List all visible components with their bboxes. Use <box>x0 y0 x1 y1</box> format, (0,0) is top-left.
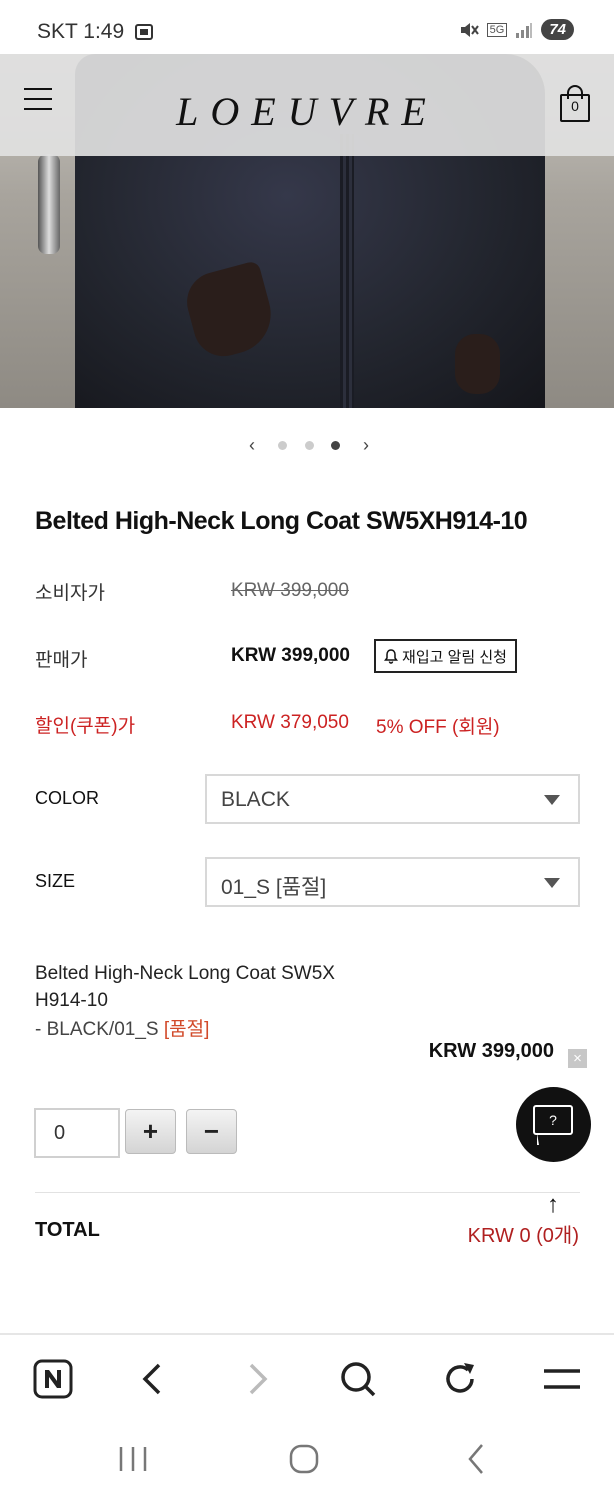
color-select-value: BLACK <box>221 788 290 811</box>
hero-glove-right <box>455 334 500 394</box>
carousel-next-button[interactable]: › <box>358 435 374 456</box>
cart-count: 0 <box>571 98 579 114</box>
recent-apps-icon[interactable] <box>113 1439 153 1479</box>
quantity-plus-button[interactable]: + <box>125 1109 176 1154</box>
hero-coat-seam <box>340 134 354 408</box>
network-badge: 5G <box>486 22 508 37</box>
restock-alert-label: 재입고 알림 신청 <box>402 648 507 666</box>
mute-icon <box>460 22 479 37</box>
coupon-discount: 5% OFF (회원) <box>376 717 500 738</box>
status-bar: SKT 1:49 5G 74 <box>0 0 614 56</box>
sale-price-label: 판매가 <box>35 650 88 671</box>
brand-logo[interactable]: LOEUVRE <box>0 88 614 135</box>
consumer-price: KRW 399,000 <box>231 580 349 601</box>
hero-door-handle <box>38 154 60 254</box>
quantity-input[interactable]: 0 <box>34 1108 120 1158</box>
naver-home-icon[interactable] <box>31 1357 75 1401</box>
coupon-price: KRW 379,050 <box>231 712 349 733</box>
status-right: 5G 74 <box>459 19 574 40</box>
home-icon[interactable] <box>284 1439 324 1479</box>
carousel-dot-3[interactable] <box>331 440 341 450</box>
selected-item-option-text: - BLACK/01_S <box>35 1019 164 1040</box>
quantity-minus-button[interactable]: − <box>186 1109 237 1154</box>
restock-alert-button[interactable]: 재입고 알림 신청 <box>374 639 517 673</box>
browser-toolbar <box>0 1333 614 1421</box>
selected-item-option: - BLACK/01_S [품절] <box>35 1014 209 1041</box>
chevron-down-icon <box>544 795 560 805</box>
total-value: KRW 0 (0개) <box>467 1225 579 1247</box>
carousel-prev-button[interactable]: ‹ <box>244 435 260 456</box>
battery-badge: 74 <box>541 19 574 40</box>
site-header: LOEUVRE 0 <box>0 54 614 156</box>
carousel-dot-2[interactable] <box>304 440 314 450</box>
carousel-dot-1[interactable] <box>277 440 287 450</box>
shopping-bag-button[interactable]: 0 <box>559 84 591 124</box>
coupon-price-label: 할인(쿠폰)가 <box>35 716 136 737</box>
carousel-nav: ‹ › <box>244 433 374 457</box>
scroll-top-button[interactable]: ↑ <box>541 1191 565 1219</box>
selected-item-name: Belted High-Neck Long Coat SW5X H914-10 <box>35 963 335 1011</box>
search-icon[interactable] <box>336 1357 380 1401</box>
sold-out-tag: [품절] <box>163 1019 210 1040</box>
size-label: SIZE <box>35 871 76 891</box>
total-divider <box>35 1192 580 1193</box>
chat-button[interactable]: ? <box>516 1087 591 1162</box>
product-title: Belted High-Neck Long Coat SW5XH914-10 <box>35 507 528 535</box>
sale-price: KRW 399,000 <box>231 645 350 666</box>
bell-icon <box>384 648 399 664</box>
size-select-value: 01_S [품절] <box>221 876 327 899</box>
signal-icon <box>516 22 533 38</box>
system-back-icon[interactable] <box>456 1439 496 1479</box>
total-label: TOTAL <box>35 1219 100 1241</box>
chevron-down-icon <box>544 878 560 888</box>
remove-item-button[interactable]: × <box>568 1049 587 1068</box>
screenshot-icon <box>135 24 154 40</box>
forward-icon[interactable] <box>235 1357 279 1401</box>
color-label: COLOR <box>35 788 100 808</box>
chat-bubble-icon: ? <box>533 1105 573 1135</box>
selected-item-price: KRW 399,000 <box>428 1040 554 1062</box>
size-select[interactable]: 01_S [품절] <box>205 857 580 907</box>
color-select[interactable]: BLACK <box>205 774 580 824</box>
consumer-price-label: 소비자가 <box>35 583 105 604</box>
refresh-icon[interactable] <box>438 1357 482 1401</box>
carrier-time: SKT 1:49 <box>37 20 125 43</box>
status-left: SKT 1:49 <box>37 20 154 44</box>
browser-menu-icon[interactable] <box>540 1357 584 1401</box>
back-icon[interactable] <box>131 1357 175 1401</box>
system-nav-bar <box>0 1421 614 1500</box>
